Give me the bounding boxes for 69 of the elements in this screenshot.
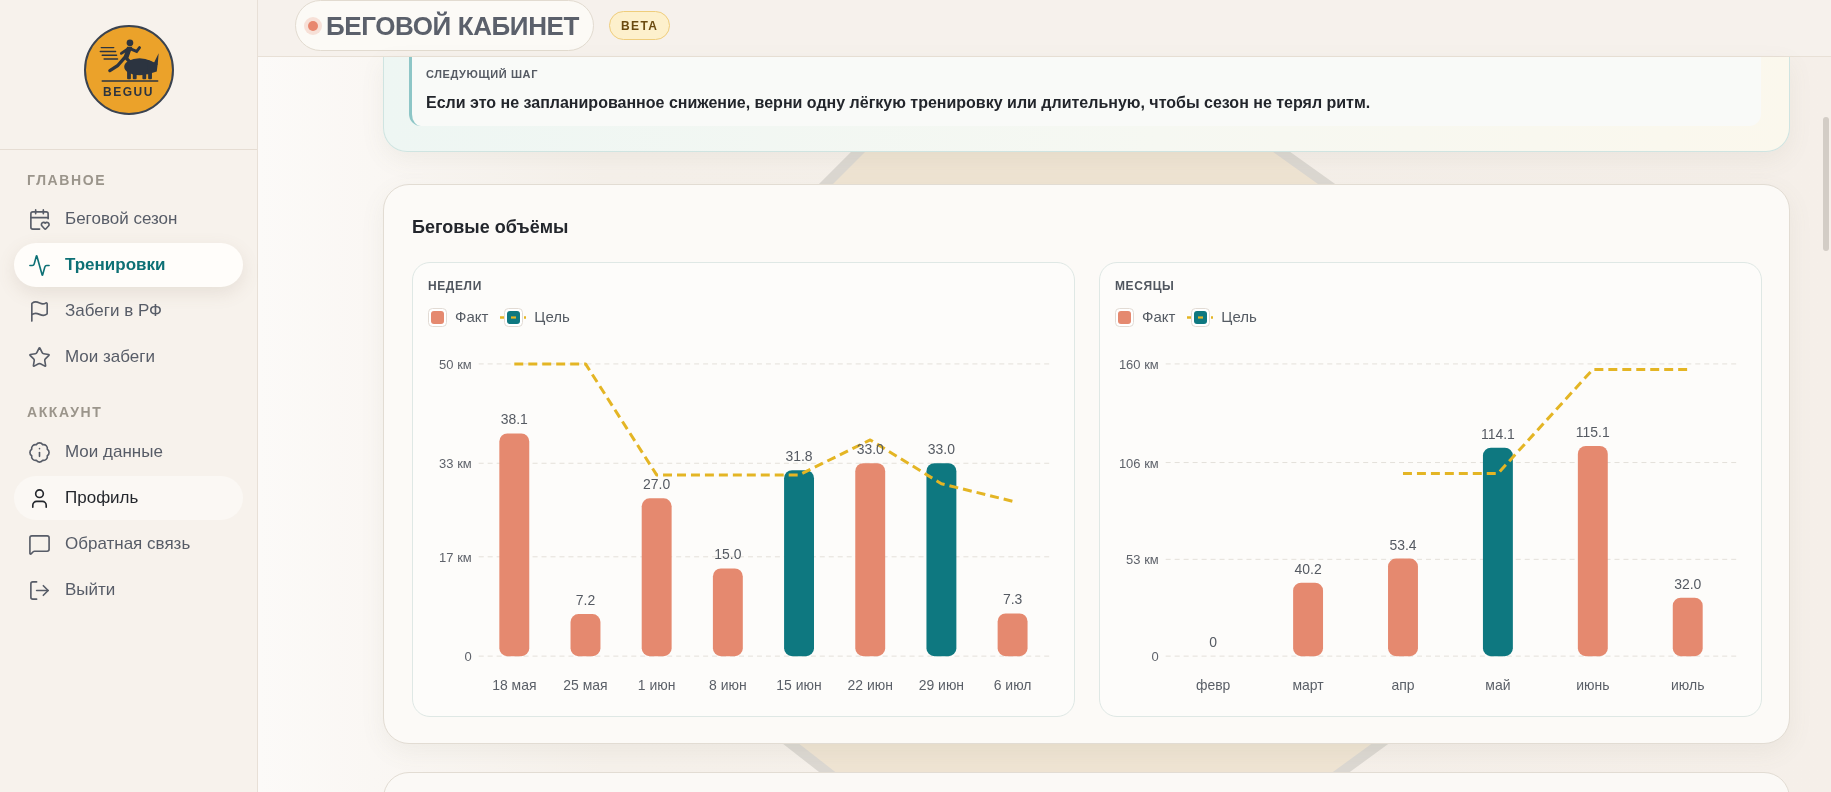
beta-badge: BETA xyxy=(608,11,671,40)
nav-item[interactable]: Выйти xyxy=(14,568,243,612)
info-badge-icon xyxy=(28,440,51,464)
value-label: 33.0 xyxy=(856,441,884,458)
nav-item[interactable]: Обратная связь xyxy=(14,522,243,566)
runner-and-rhino-icon xyxy=(97,39,160,83)
value-label: 7.2 xyxy=(575,592,596,609)
value-label: 32.0 xyxy=(1674,575,1702,592)
value-label: 38.1 xyxy=(500,411,528,428)
value-label: 40.2 xyxy=(1294,560,1322,577)
nav-item[interactable]: Мои забеги xyxy=(14,335,243,379)
legend-label: Цель xyxy=(1221,307,1257,327)
x-axis-label: апр xyxy=(1391,677,1415,694)
y-axis-label: 33 км xyxy=(439,456,472,472)
nav-item[interactable]: Тренировки xyxy=(14,243,243,287)
x-axis-label: 22 июн xyxy=(847,677,893,694)
x-axis-label: март xyxy=(1292,677,1324,694)
x-axis-label: 8 июн xyxy=(709,677,747,694)
nav-item[interactable]: Профиль xyxy=(14,476,243,520)
y-axis-label: 17 км xyxy=(439,549,472,565)
value-label: 15.0 xyxy=(714,546,742,563)
legend-label: Цель xyxy=(534,307,570,327)
panel-title: НЕДЕЛИ xyxy=(428,278,482,294)
x-axis-label: 1 июн xyxy=(637,677,676,694)
value-label: 27.0 xyxy=(643,476,671,493)
x-axis-label: февр xyxy=(1195,677,1231,694)
next-step-label: СЛЕДУЮЩИЙ ШАГ xyxy=(426,67,538,81)
calendar-heart-icon xyxy=(28,207,51,231)
nav-section-heading: АККАУНТ xyxy=(26,403,103,422)
logo-badge[interactable]: BEGUU xyxy=(83,25,174,115)
nav-section-heading: ГЛАВНОЕ xyxy=(26,171,107,190)
speech-bubble-icon xyxy=(28,532,51,556)
panel-title: МЕСЯЦЫ xyxy=(1115,278,1175,294)
flag-icon xyxy=(28,299,51,323)
y-axis-label: 106 км xyxy=(1118,455,1159,471)
value-label: 7.3 xyxy=(1002,591,1023,608)
value-label: 114.1 xyxy=(1480,425,1515,442)
x-axis-label: май xyxy=(1485,677,1511,694)
nav-item[interactable]: Мои данные xyxy=(14,430,243,474)
x-axis-label: июль xyxy=(1671,677,1705,694)
x-axis-label: 6 июл xyxy=(993,677,1032,694)
y-axis-label: 0 xyxy=(1151,649,1159,665)
y-axis-label: 160 км xyxy=(1118,356,1159,372)
logout-icon xyxy=(28,578,51,602)
star-icon xyxy=(28,345,51,369)
pulse-line-icon xyxy=(28,253,51,277)
value-label: 31.8 xyxy=(785,448,813,465)
value-label: 53.4 xyxy=(1389,536,1417,553)
value-label: 0 xyxy=(1209,634,1218,651)
value-label: 115.1 xyxy=(1575,423,1610,440)
app-title: БЕГОВОЙ КАБИНЕТ xyxy=(326,10,579,41)
dot-icon xyxy=(304,16,322,35)
scrollbar-thumb[interactable] xyxy=(1823,117,1829,251)
y-axis-label: 0 xyxy=(464,649,472,665)
logo-text: BEGUU xyxy=(103,85,154,99)
next-step-text: Если это не запланированное снижение, верни одну лёгкую тренировку или длительную, чтобы сезон не терял ритм. xyxy=(426,93,1371,113)
x-axis-label: 29 июн xyxy=(918,677,965,694)
x-axis-label: 25 мая xyxy=(563,677,608,694)
value-label: 33.0 xyxy=(927,441,955,458)
nav-item[interactable]: Забеги в РФ xyxy=(14,289,243,333)
legend-label: Факт xyxy=(455,307,489,327)
y-axis-label: 53 км xyxy=(1126,552,1159,568)
y-axis-label: 50 км xyxy=(439,356,472,372)
nav-item[interactable]: Беговой сезон xyxy=(14,197,243,241)
x-axis-label: 18 мая xyxy=(492,677,537,694)
x-axis-label: июнь xyxy=(1576,677,1610,694)
x-axis-label: 15 июн xyxy=(776,677,822,694)
section-title: Беговые объёмы xyxy=(412,216,569,239)
legend-label: Факт xyxy=(1142,307,1176,327)
